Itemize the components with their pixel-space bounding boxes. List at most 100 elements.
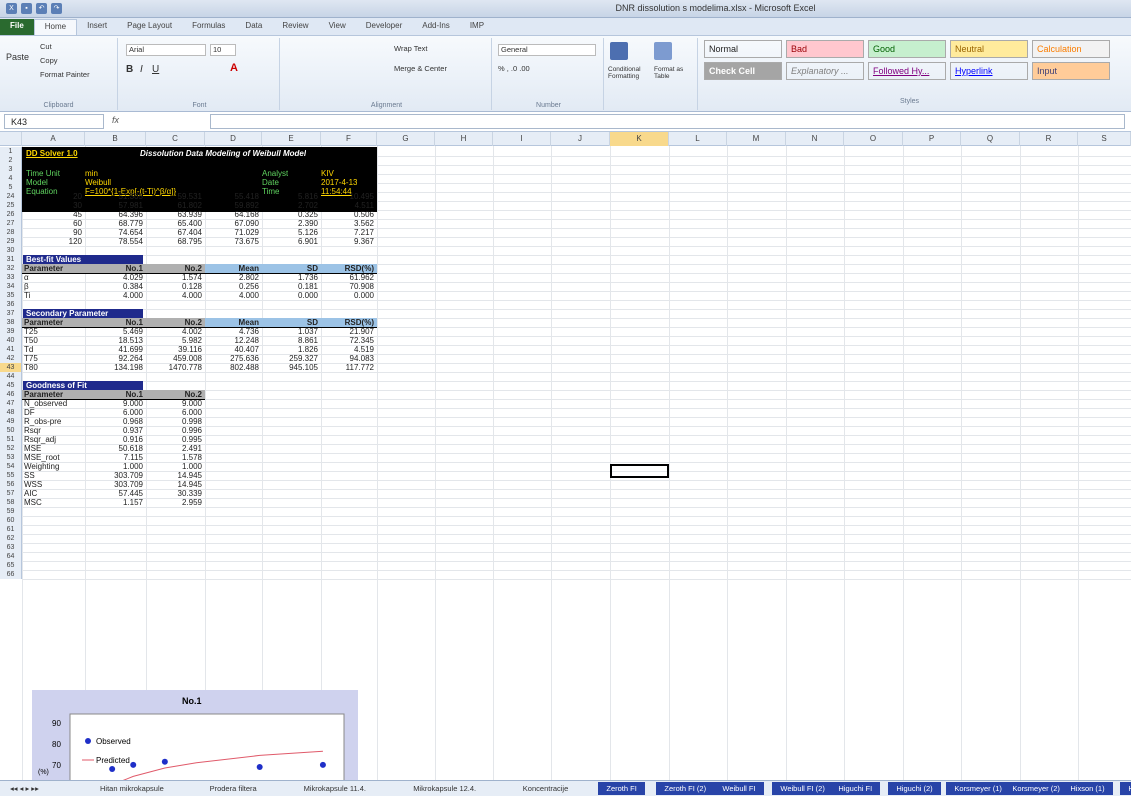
bestfit-cell[interactable]: 0.384 — [87, 282, 146, 291]
italic-button[interactable]: I — [140, 64, 143, 75]
row-header-32[interactable]: 32 — [0, 264, 22, 273]
goodness-cell[interactable]: WSS — [24, 480, 85, 489]
row-header-59[interactable]: 59 — [0, 507, 22, 516]
tab-insert[interactable]: Insert — [77, 19, 117, 35]
row-header-41[interactable]: 41 — [0, 345, 22, 354]
wrap-text-button[interactable]: Wrap Text — [394, 44, 428, 53]
data-cell[interactable]: 78.554 — [87, 237, 146, 246]
cut-button[interactable]: Cut — [40, 42, 52, 51]
column-header-j[interactable]: J — [551, 132, 610, 146]
paste-button[interactable]: Paste — [6, 52, 29, 62]
column-header-f[interactable]: F — [321, 132, 377, 146]
bestfit-cell[interactable]: 0.000 — [264, 291, 321, 300]
column-header-p[interactable]: P — [903, 132, 961, 146]
data-cell[interactable]: 61.802 — [148, 201, 205, 210]
goodness-cell[interactable]: 0.996 — [148, 426, 205, 435]
goodness-cell[interactable]: 57.445 — [87, 489, 146, 498]
row-header-31[interactable]: 31 — [0, 255, 22, 264]
row-header-54[interactable]: 54 — [0, 462, 22, 471]
goodness-cell[interactable]: 1.000 — [87, 462, 146, 471]
row-header-45[interactable]: 45 — [0, 381, 22, 390]
data-cell[interactable]: 57.981 — [87, 201, 146, 210]
row-header-2[interactable]: 2 — [0, 156, 22, 165]
bestfit-cell[interactable]: 61.962 — [323, 273, 377, 282]
secondary-cell[interactable]: 802.488 — [207, 363, 262, 372]
goodness-cell[interactable]: Rsqr_adj — [24, 435, 85, 444]
sheet-tab[interactable]: Hixson (1) — [1062, 782, 1113, 795]
goodness-cell[interactable]: 2.491 — [148, 444, 205, 453]
style-calculation[interactable]: Calculation — [1032, 40, 1110, 58]
data-cell[interactable]: 59.892 — [207, 201, 262, 210]
secondary-cell[interactable]: 21.907 — [323, 327, 377, 336]
data-cell[interactable]: 74.654 — [87, 228, 146, 237]
goodness-cell[interactable]: 14.945 — [148, 480, 205, 489]
data-cell[interactable]: 60 — [24, 219, 85, 228]
sheet-tab[interactable]: Korsmeyer (1) — [946, 782, 1010, 795]
column-header-h[interactable]: H — [435, 132, 493, 146]
goodness-cell[interactable]: 0.998 — [148, 417, 205, 426]
bestfit-cell[interactable]: 0.256 — [207, 282, 262, 291]
secondary-cell[interactable]: 1470.778 — [148, 363, 205, 372]
row-header-30[interactable]: 30 — [0, 246, 22, 255]
data-cell[interactable]: 0.506 — [323, 210, 377, 219]
row-header-3[interactable]: 3 — [0, 165, 22, 174]
column-header-n[interactable]: N — [786, 132, 844, 146]
bestfit-cell[interactable]: 1.736 — [264, 273, 321, 282]
goodness-cell[interactable]: 0.968 — [87, 417, 146, 426]
bestfit-cell[interactable]: 2.802 — [207, 273, 262, 282]
goodness-cell[interactable]: 0.937 — [87, 426, 146, 435]
row-header-4[interactable]: 4 — [0, 174, 22, 183]
sheet-tab[interactable]: Higuchi (2) — [888, 782, 941, 795]
data-cell[interactable]: 65.400 — [148, 219, 205, 228]
tab-file[interactable]: File — [0, 19, 34, 35]
tab-imp[interactable]: IMP — [460, 19, 494, 35]
conditional-formatting-button[interactable]: Conditional Formatting — [608, 66, 652, 80]
style-explanatory[interactable]: Explanatory ... — [786, 62, 864, 80]
row-header-64[interactable]: 64 — [0, 552, 22, 561]
column-header-d[interactable]: D — [205, 132, 262, 146]
name-box[interactable]: K43 — [4, 114, 104, 129]
row-header-26[interactable]: 26 — [0, 210, 22, 219]
data-cell[interactable]: 63.939 — [148, 210, 205, 219]
secondary-cell[interactable]: T25 — [24, 327, 85, 336]
formula-input[interactable] — [210, 114, 1125, 129]
chart-no1[interactable]: No.190807060(%)ObservedPredicted — [32, 690, 358, 791]
data-cell[interactable]: 73.675 — [207, 237, 262, 246]
bestfit-cell[interactable]: 4.029 — [87, 273, 146, 282]
sheet-tab[interactable]: Korsmeyer (2) — [1004, 782, 1068, 795]
goodness-cell[interactable]: 50.618 — [87, 444, 146, 453]
column-header-a[interactable]: A — [22, 132, 85, 146]
goodness-cell[interactable]: R_obs-pre — [24, 417, 85, 426]
row-header-61[interactable]: 61 — [0, 525, 22, 534]
column-header-q[interactable]: Q — [961, 132, 1020, 146]
font-size-select[interactable]: 10 — [210, 44, 236, 56]
secondary-cell[interactable]: 41.699 — [87, 345, 146, 354]
style-normal[interactable]: Normal — [704, 40, 782, 58]
bestfit-cell[interactable]: 0.000 — [323, 291, 377, 300]
row-header-36[interactable]: 36 — [0, 300, 22, 309]
row-header-34[interactable]: 34 — [0, 282, 22, 291]
data-cell[interactable]: 120 — [24, 237, 85, 246]
secondary-cell[interactable]: 8.861 — [264, 336, 321, 345]
secondary-cell[interactable]: 94.083 — [323, 354, 377, 363]
row-header-28[interactable]: 28 — [0, 228, 22, 237]
goodness-cell[interactable]: 6.000 — [87, 408, 146, 417]
merge-center-button[interactable]: Merge & Center — [394, 64, 447, 73]
goodness-cell[interactable]: 0.995 — [148, 435, 205, 444]
secondary-cell[interactable]: 459.008 — [148, 354, 205, 363]
data-cell[interactable]: 45 — [24, 210, 85, 219]
row-header-52[interactable]: 52 — [0, 444, 22, 453]
column-header-i[interactable]: I — [493, 132, 551, 146]
row-header-55[interactable]: 55 — [0, 471, 22, 480]
row-header-50[interactable]: 50 — [0, 426, 22, 435]
selected-cell-k43[interactable] — [610, 464, 669, 478]
secondary-cell[interactable]: T75 — [24, 354, 85, 363]
fx-icon[interactable]: fx — [112, 115, 119, 125]
goodness-cell[interactable]: Weighting — [24, 462, 85, 471]
bestfit-cell[interactable]: 4.000 — [87, 291, 146, 300]
sheet-tab[interactable]: Weibull FI — [714, 782, 764, 795]
row-header-40[interactable]: 40 — [0, 336, 22, 345]
sheet-tab[interactable]: Mikrokapsule 12.4. — [405, 782, 484, 795]
secondary-cell[interactable]: 275.636 — [207, 354, 262, 363]
data-cell[interactable]: 7.217 — [323, 228, 377, 237]
